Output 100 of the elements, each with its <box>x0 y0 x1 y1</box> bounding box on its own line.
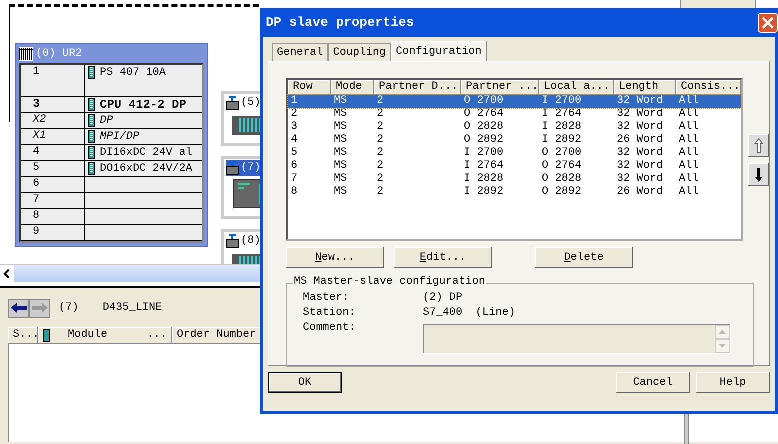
rack-window-title: (0) UR2 <box>36 48 82 60</box>
action-button[interactable]: Delete <box>535 247 633 268</box>
action-button[interactable]: New... <box>286 247 384 268</box>
column-header[interactable]: S... <box>8 327 38 344</box>
dialog-button[interactable]: Help <box>696 372 770 393</box>
table-cell-text: All <box>678 121 700 134</box>
tab[interactable]: Coupling <box>328 43 392 61</box>
group-title: MS Master-slave configuration <box>293 276 486 288</box>
station-label: (7) <box>241 162 261 174</box>
module-icon <box>88 162 95 175</box>
table-cell-text: 6 <box>290 160 299 173</box>
table-cell-text: All <box>678 173 700 186</box>
table-cell-text: 32 Word <box>616 108 664 121</box>
module-icon <box>88 114 95 127</box>
tab[interactable]: Configuration <box>391 41 487 61</box>
back-button[interactable] <box>8 298 29 318</box>
table-row[interactable]: 7 MS 2 I 2828 O 2828 32 Word All <box>288 173 741 186</box>
table-cell-text: 4 <box>290 134 299 147</box>
table-cell-text: 2 <box>376 173 385 186</box>
table-cell-text: 32 Word <box>616 121 664 134</box>
table-row[interactable]: 1 MS 2 O 2700 I 2700 32 Word All <box>288 95 741 108</box>
column-header[interactable]: Length <box>614 80 676 95</box>
table-cell-text: 3 <box>290 121 299 134</box>
module-name[interactable]: DO16xDC 24V/2A <box>100 162 192 176</box>
slot-number: X2 <box>21 113 85 128</box>
module-icon <box>88 130 95 143</box>
slot-number: 3 <box>21 97 85 112</box>
table-row[interactable]: 8 MS 2 I 2892 O 2892 26 Word All <box>288 186 741 199</box>
table-row[interactable]: 6 MS 2 I 2764 O 2764 32 Word All <box>288 160 741 173</box>
move-up-button[interactable] <box>748 134 769 157</box>
module-name[interactable]: PS 407 10A <box>100 66 166 80</box>
table-cell-text: I 2700 <box>463 147 505 160</box>
station-label: (8) <box>241 235 261 247</box>
station-number: (7) <box>59 302 79 314</box>
column-header[interactable]: Consis... <box>676 80 741 95</box>
table-cell-text: 2 <box>376 95 385 108</box>
column-header[interactable]: Mode <box>331 80 374 95</box>
rack-window[interactable]: (0) UR2 1 PS 407 10A 3 CPU 412-2 DP X2 DP X1 MPI/DP 4 DI16xDC 24V al 5 DO16xDC 24V/2A 6 7 8 9 <box>15 43 208 247</box>
column-header[interactable]: Module ... <box>38 327 172 344</box>
table-cell-text: O 2892 <box>463 134 505 147</box>
slot-number: 7 <box>21 193 85 208</box>
table-cell-text: 8 <box>290 186 299 199</box>
station-label: (5) <box>241 97 261 109</box>
module-icon <box>88 66 95 79</box>
table-cell-text: MS <box>333 147 348 160</box>
table-cell-text: I 2828 <box>541 121 583 134</box>
table-cell-text: 1 <box>290 95 299 108</box>
table-cell-text: 7 <box>290 173 299 186</box>
rack-icon <box>19 46 33 60</box>
table-cell-text: MS <box>333 160 348 173</box>
slot-number: 5 <box>21 161 85 176</box>
tab[interactable]: General <box>272 43 328 61</box>
triangle-down-icon <box>719 344 726 348</box>
field-value: (2) DP <box>423 292 463 306</box>
move-down-button[interactable] <box>748 163 769 186</box>
table-cell-text: All <box>678 147 700 160</box>
station-icon <box>226 161 239 175</box>
column-header[interactable]: Partner D... <box>374 80 461 95</box>
table-cell-text: 32 Word <box>616 147 664 160</box>
table-cell-text: I 2828 <box>463 173 505 186</box>
table-cell-text: 26 Word <box>616 186 664 199</box>
table-cell-text: O 2828 <box>541 173 583 186</box>
table-cell-text: 2 <box>376 160 385 173</box>
arrow-right-icon <box>30 302 48 314</box>
module-name[interactable]: DP <box>100 114 114 128</box>
station-icon <box>226 96 239 110</box>
dialog-button[interactable]: Cancel <box>616 372 690 393</box>
table-cell-text: MS <box>333 108 348 121</box>
station-name: D435_LINE <box>102 302 162 314</box>
module-icon <box>88 146 95 159</box>
column-header[interactable]: Order Number <box>172 327 262 344</box>
table-cell-text: 26 Word <box>616 134 664 147</box>
module-name[interactable]: CPU 412-2 DP <box>100 98 186 112</box>
close-icon <box>762 16 774 28</box>
action-button[interactable]: Edit... <box>394 247 492 268</box>
table-cell-text: O 2700 <box>463 95 505 108</box>
table-cell-text: I 2700 <box>541 95 583 108</box>
module-name[interactable]: MPI/DP <box>100 130 140 144</box>
close-button[interactable] <box>758 12 778 32</box>
field-label: Master: <box>303 292 350 306</box>
ok-button[interactable]: OK <box>268 372 342 393</box>
slot-number: 1 <box>21 65 85 96</box>
slot-number: 9 <box>21 225 85 240</box>
slot-number: 6 <box>21 177 85 192</box>
module-name[interactable]: DI16xDC 24V al <box>100 146 192 160</box>
table-cell-text: MS <box>333 121 348 134</box>
column-header[interactable]: Local a... <box>539 80 614 95</box>
scroll-left-button[interactable] <box>0 265 14 282</box>
table-row[interactable]: 5 MS 2 I 2700 O 2700 32 Word All <box>288 147 741 160</box>
arrow-up-icon <box>754 138 764 154</box>
table-cell-text: I 2764 <box>463 160 505 173</box>
table-cell-text: 2 <box>376 147 385 160</box>
column-header[interactable]: Partner ... <box>461 80 539 95</box>
column-header[interactable]: Row <box>288 80 331 95</box>
table-row[interactable]: 4 MS 2 O 2892 I 2892 26 Word All <box>288 134 741 147</box>
arrow-left-icon <box>10 302 28 314</box>
table-row[interactable]: 3 MS 2 O 2828 I 2828 32 Word All <box>288 121 741 134</box>
module-icon <box>43 329 50 342</box>
table-cell-text: O 2892 <box>541 186 583 199</box>
field-label: Comment: <box>303 322 357 336</box>
